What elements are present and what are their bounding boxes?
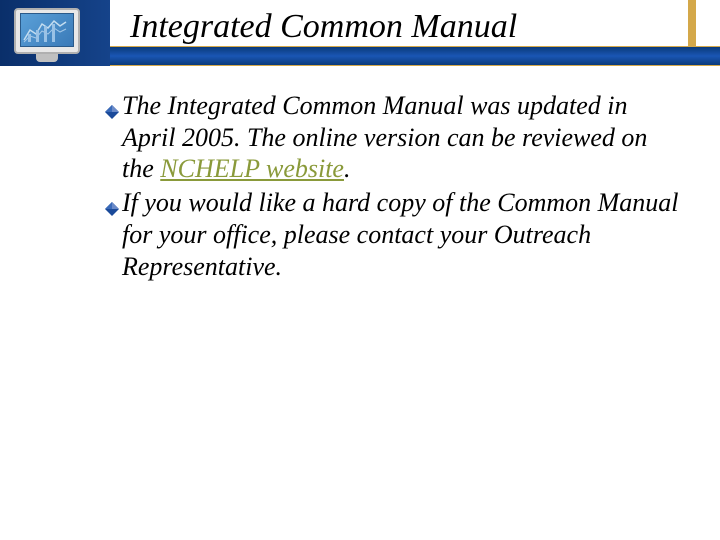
- text-run: If you would like a hard copy of the Com…: [122, 188, 679, 280]
- diamond-bullet-icon: [104, 96, 120, 128]
- bullet-text: The Integrated Common Manual was updated…: [122, 90, 680, 185]
- slide-body: The Integrated Common Manual was updated…: [104, 90, 680, 284]
- bullet-text: If you would like a hard copy of the Com…: [122, 187, 680, 282]
- computer-monitor-icon: [8, 6, 86, 64]
- diamond-bullet-icon: [104, 193, 120, 225]
- slide-title: Integrated Common Manual: [130, 8, 517, 46]
- nchelp-website-link[interactable]: NCHELP website: [160, 154, 344, 183]
- bullet-item: The Integrated Common Manual was updated…: [104, 90, 680, 185]
- bullet-item: If you would like a hard copy of the Com…: [104, 187, 680, 282]
- header-gold-tab: [688, 0, 696, 46]
- slide-header: Integrated Common Manual: [0, 0, 720, 66]
- text-run: .: [344, 154, 351, 183]
